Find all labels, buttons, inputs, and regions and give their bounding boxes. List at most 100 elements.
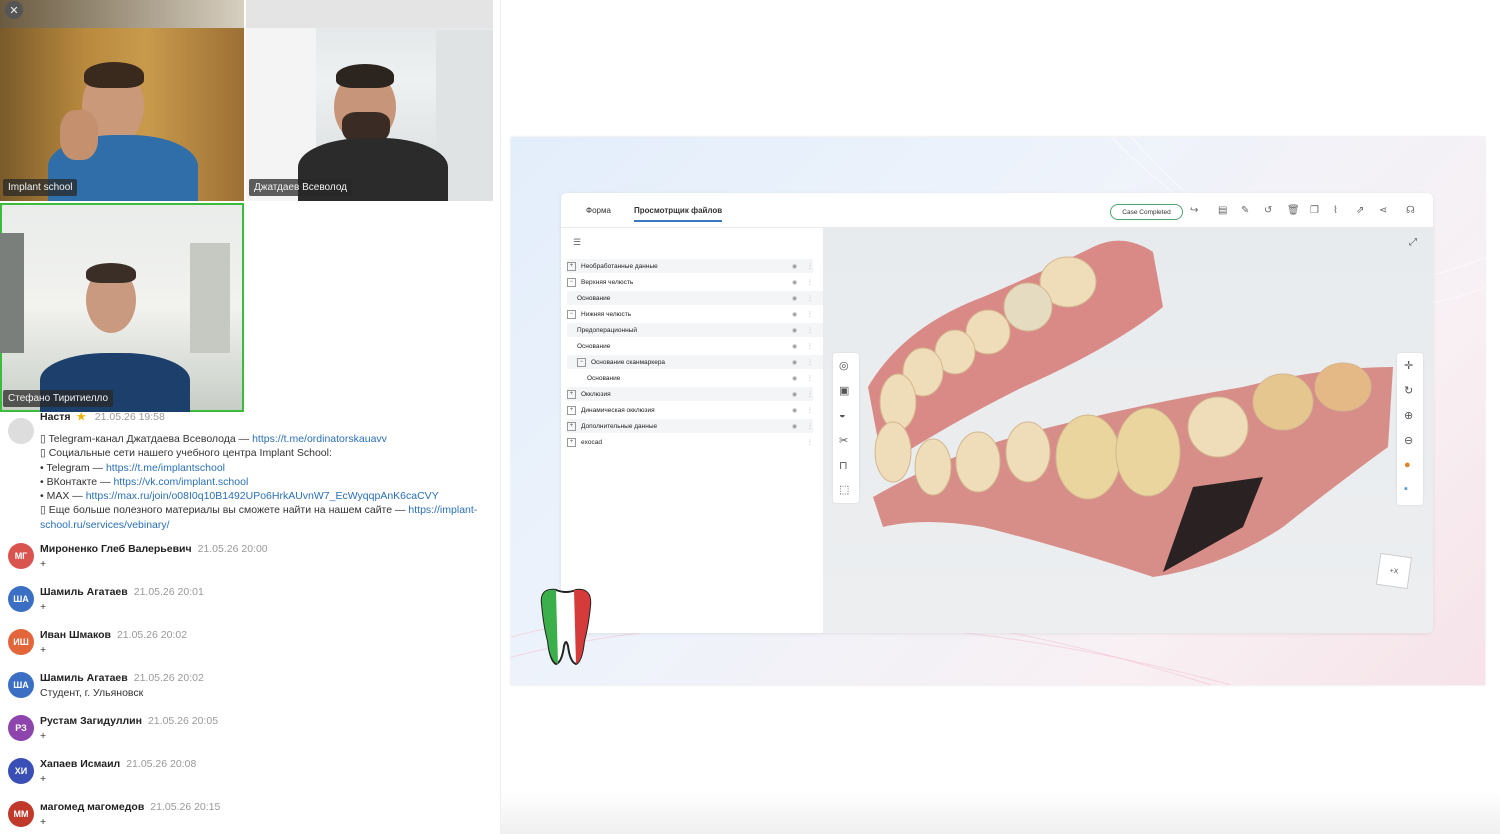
tab-bar: Форма Просмотрщик файлов Case Completed … xyxy=(561,193,1433,228)
expand-icon[interactable]: + xyxy=(567,405,576,415)
logo-tooth-icon xyxy=(540,588,592,666)
message-time: 21.05.26 20:00 xyxy=(197,543,268,555)
telegram-link[interactable]: https://t.me/implantschool xyxy=(106,462,225,474)
message-text: + xyxy=(40,558,47,570)
message-text: + xyxy=(40,601,47,613)
tree-row[interactable]: + exocad ⋮ xyxy=(567,435,813,449)
expand-icon[interactable]: + xyxy=(567,421,576,431)
tab-form[interactable]: Форма xyxy=(586,206,611,215)
message-text: + xyxy=(40,644,47,656)
tab-file-viewer[interactable]: Просмотрщик файлов xyxy=(634,206,723,222)
export-icon[interactable]: ⇗ xyxy=(1356,205,1364,216)
visibility-icon[interactable]: ◉ xyxy=(792,343,797,350)
visibility-icon[interactable]: ◉ xyxy=(792,391,797,398)
tree-row[interactable]: Основание ◉ ⋮ xyxy=(567,291,823,305)
trash-icon[interactable]: 🗑 xyxy=(1287,205,1300,216)
headset-icon[interactable]: ☊ xyxy=(1406,205,1415,216)
conference-panel: ✕ Implant school Джатдаев Всеволод Стефа… xyxy=(0,0,501,834)
collapse-icon[interactable]: − xyxy=(577,357,586,367)
chat-message: ША Шамиль Агатаев 21.05.26 20:02 Студент,… xyxy=(8,672,498,708)
tree-row[interactable]: Предоперационный ◉ ⋮ xyxy=(567,323,823,337)
chat-message: ХИ Хапаев Исмаил 21.05.26 20:08 + xyxy=(8,758,498,794)
video-tile-dzhatdaev[interactable]: Джатдаев Всеволод xyxy=(246,0,493,201)
chat-message: РЗ Рустам Загидуллин 21.05.26 20:05 + xyxy=(8,715,498,751)
website-link-cont[interactable]: school.ru/services/vebinary/ xyxy=(40,519,170,531)
message-author: магомед магомедов xyxy=(40,801,145,813)
dental-viewer-window: Форма Просмотрщик файлов Case Completed … xyxy=(561,193,1433,633)
more-icon[interactable]: ⋮ xyxy=(807,407,813,414)
tree-row[interactable]: + Необработанные данные ◉ ⋮ xyxy=(567,259,813,273)
message-text: Студент, г. Ульяновск xyxy=(40,687,144,699)
more-icon[interactable]: ⋮ xyxy=(807,391,813,398)
chat-message: МГ Мироненко Глеб Валерьевич 21.05.26 20:… xyxy=(8,543,498,579)
max-link[interactable]: https://max.ru/join/o08I0q10B1492UPo6Hrk… xyxy=(86,490,439,502)
avatar: ША xyxy=(8,586,34,612)
document-icon[interactable]: ▤ xyxy=(1218,205,1227,216)
visibility-icon[interactable]: ◉ xyxy=(792,295,797,302)
visibility-icon[interactable]: ◉ xyxy=(792,263,797,270)
screen-share: Форма Просмотрщик файлов Case Completed … xyxy=(511,137,1485,685)
frame-icon[interactable]: ▣ xyxy=(839,384,849,397)
more-icon[interactable]: ⋮ xyxy=(807,311,813,318)
more-icon[interactable]: ⋮ xyxy=(807,375,813,382)
tree-row[interactable]: + Дополнительные данные ◉ ⋮ xyxy=(567,419,813,433)
copy-icon[interactable]: ❐ xyxy=(1310,205,1319,216)
more-icon[interactable]: ⋮ xyxy=(807,359,813,366)
video-tile-implant-school[interactable]: ✕ Implant school xyxy=(0,0,244,201)
attach-icon[interactable]: ⌇ xyxy=(1333,205,1338,216)
select-icon[interactable]: ⬚ xyxy=(839,483,849,496)
tree-row[interactable]: Основание ◉ ⋮ xyxy=(567,339,823,353)
notes-icon[interactable]: ✎ xyxy=(1241,205,1249,216)
video-tile-stefano[interactable]: Стефано Тиритиелло xyxy=(0,203,244,412)
visibility-icon[interactable]: ◉ xyxy=(792,311,797,318)
visibility-icon[interactable]: ◉ xyxy=(792,327,797,334)
visibility-icon[interactable]: ◉ xyxy=(792,375,797,382)
bottom-shade xyxy=(500,790,1500,834)
more-icon[interactable]: ⋮ xyxy=(807,295,813,302)
message-time: 21.05.26 20:05 xyxy=(147,715,219,727)
view-cube[interactable]: +X xyxy=(1375,552,1413,590)
3d-viewport[interactable]: ⤢ ◎ ▣ ◒ ✂ ⊓ ⬚ ✛ ↻ ⊕ ⊖ ● ▪ xyxy=(823,227,1433,633)
forward-icon[interactable]: ↪ xyxy=(1190,205,1198,216)
cut-icon[interactable]: ✂ xyxy=(839,434,848,447)
message-text: + xyxy=(40,816,47,828)
layer-tree: ☰ + Необработанные данные ◉ ⋮ − Верхняя челю… xyxy=(567,233,823,632)
message-body: ▯ Telegram-канал Джатдаева Всеволода — h… xyxy=(40,433,478,531)
collapse-icon[interactable]: − xyxy=(567,277,576,287)
avatar: ММ xyxy=(8,801,34,827)
case-completed-button[interactable]: Case Completed xyxy=(1110,204,1183,220)
tree-row[interactable]: + Окклюзия ◉ ⋮ xyxy=(567,387,813,401)
focus-icon[interactable]: ◎ xyxy=(839,359,849,372)
more-icon[interactable]: ⋮ xyxy=(807,327,813,334)
collapse-icon[interactable]: − xyxy=(567,309,576,319)
pinned-message: Настя ★ 21.05.26 19:58 ▯ Telegram-канал … xyxy=(8,411,498,534)
more-icon[interactable]: ⋮ xyxy=(807,439,813,446)
halfsphere-icon[interactable]: ◒ xyxy=(839,409,846,421)
tree-row[interactable]: − Верхняя челюсть ◉ ⋮ xyxy=(567,275,813,289)
website-link[interactable]: https://implant- xyxy=(408,504,477,516)
measure-icon[interactable]: ⊓ xyxy=(839,459,848,472)
telegram-channel-link[interactable]: https://t.me/ordinatorskauavv xyxy=(252,433,387,445)
more-icon[interactable]: ⋮ xyxy=(807,423,813,430)
vk-link[interactable]: https://vk.com/implant.school xyxy=(113,476,248,488)
share-icon[interactable]: ⋖ xyxy=(1379,205,1387,216)
expand-icon[interactable]: + xyxy=(567,437,576,447)
visibility-icon[interactable]: ◉ xyxy=(792,423,797,430)
avatar: МГ xyxy=(8,543,34,569)
history-icon[interactable]: ↺ xyxy=(1264,205,1272,216)
participant-name: Стефано Тиритиелло xyxy=(3,390,114,407)
more-icon[interactable]: ⋮ xyxy=(807,279,813,286)
tree-row[interactable]: − Основание сканмаркера ◉ ⋮ xyxy=(567,355,823,369)
visibility-icon[interactable]: ◉ xyxy=(792,359,797,366)
tree-row[interactable]: − Нижняя челюсть ◉ ⋮ xyxy=(567,307,813,321)
more-icon[interactable]: ⋮ xyxy=(807,343,813,350)
more-icon[interactable]: ⋮ xyxy=(807,263,813,270)
expand-icon[interactable]: + xyxy=(567,389,576,399)
tree-row[interactable]: + Динамическая окклюзия ◉ ⋮ xyxy=(567,403,813,417)
jaw-model xyxy=(868,240,1393,577)
visibility-icon[interactable]: ◉ xyxy=(792,407,797,414)
tree-row[interactable]: Основание ◉ ⋮ xyxy=(567,371,833,385)
expand-icon[interactable]: + xyxy=(567,261,576,271)
list-icon[interactable]: ☰ xyxy=(573,237,581,248)
visibility-icon[interactable]: ◉ xyxy=(792,279,797,286)
